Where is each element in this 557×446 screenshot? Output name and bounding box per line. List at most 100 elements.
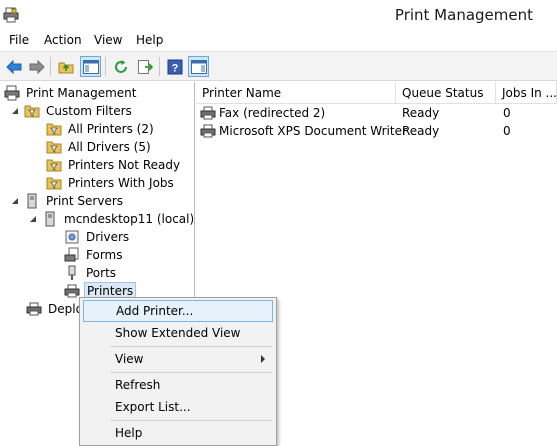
- expand-arrow-icon[interactable]: [48, 232, 58, 242]
- column-header-queue-status[interactable]: Queue Status: [396, 82, 496, 104]
- filter-folder-icon: [46, 177, 62, 190]
- tree-item-server[interactable]: mcndesktop11 (local): [30, 210, 196, 228]
- expand-arrow-icon[interactable]: [30, 160, 40, 170]
- title-bar: Print Management: [0, 0, 557, 30]
- tree-label: Printers Not Ready: [68, 158, 181, 172]
- tree-label: Print Management: [26, 86, 137, 100]
- tree-item-custom-filters[interactable]: Custom Filters: [12, 102, 134, 120]
- server-icon: [45, 211, 55, 227]
- collapse-arrow-icon[interactable]: [12, 108, 18, 114]
- add-printer-menu-item[interactable]: Add Printer...: [83, 300, 273, 322]
- drivers-icon: [65, 230, 79, 244]
- show-hide-tree-icon: [82, 59, 99, 74]
- export-list-icon: [137, 59, 153, 74]
- menu-separator: [110, 346, 272, 347]
- filter-folder-icon: [46, 123, 62, 136]
- server-icon: [27, 193, 37, 209]
- refresh-button[interactable]: [110, 56, 131, 77]
- printer-name: Microsoft XPS Document Writer: [219, 124, 407, 138]
- printer-icon: [200, 124, 216, 138]
- help-menu-item[interactable]: Help: [83, 422, 273, 444]
- collapse-arrow-icon[interactable]: [30, 216, 36, 222]
- tree-item-printers-with-jobs[interactable]: Printers With Jobs: [30, 174, 176, 192]
- menu-bar: File Action View Help: [0, 30, 557, 51]
- tree-label: Print Servers: [46, 194, 124, 208]
- table-row[interactable]: Microsoft XPS Document Writer Ready 0: [196, 122, 557, 140]
- help-icon: ?: [167, 59, 182, 74]
- tree-item-ports[interactable]: Ports: [48, 264, 118, 282]
- queue-status: Ready: [402, 124, 440, 138]
- filter-folder-icon: [46, 159, 62, 172]
- tree-item-all-drivers[interactable]: All Drivers (5): [30, 138, 153, 156]
- tree-item-print-servers[interactable]: Print Servers: [12, 192, 125, 210]
- tree-label: Ports: [86, 266, 117, 280]
- tree-item-drivers[interactable]: Drivers: [48, 228, 131, 246]
- expand-arrow-icon[interactable]: [30, 124, 40, 134]
- back-button[interactable]: [3, 56, 24, 77]
- menu-file[interactable]: File: [9, 33, 29, 47]
- view-menu-label: View: [115, 352, 144, 366]
- toolbar-separator: [159, 57, 160, 76]
- show-action-pane-icon: [190, 59, 207, 74]
- export-list-menu-item[interactable]: Export List...: [83, 396, 273, 418]
- menu-action[interactable]: Action: [44, 33, 82, 47]
- tree-label: Printers With Jobs: [68, 176, 174, 190]
- forward-arrow-icon: [29, 59, 45, 74]
- printer-icon: [26, 302, 42, 316]
- refresh-icon: [114, 59, 127, 73]
- table-row[interactable]: Fax (redirected 2) Ready 0: [196, 104, 557, 122]
- view-menu-item[interactable]: View: [83, 348, 273, 370]
- printer-app-icon: [3, 7, 19, 23]
- expand-arrow-icon[interactable]: [30, 142, 40, 152]
- column-header-printer-name[interactable]: Printer Name: [196, 82, 396, 104]
- up-folder-icon: [58, 62, 73, 73]
- show-extended-view-menu-item[interactable]: Show Extended View: [83, 322, 273, 344]
- forward-button[interactable]: [26, 56, 47, 77]
- printer-app-icon: [4, 85, 20, 101]
- help-button[interactable]: ?: [164, 56, 185, 77]
- collapse-arrow-icon[interactable]: [12, 198, 18, 204]
- tree-label: All Drivers (5): [68, 140, 151, 154]
- back-arrow-icon: [5, 59, 21, 74]
- tree-item-root[interactable]: Print Management: [4, 84, 138, 102]
- menu-view[interactable]: View: [94, 33, 122, 47]
- printer-name: Fax (redirected 2): [219, 106, 326, 120]
- context-menu: Add Printer... Show Extended View View R…: [79, 297, 277, 446]
- tree-item-all-printers[interactable]: All Printers (2): [30, 120, 156, 138]
- up-folder-button[interactable]: [55, 56, 76, 77]
- expand-arrow-icon[interactable]: [10, 304, 20, 314]
- column-header-jobs-in-queue[interactable]: Jobs In ...: [496, 82, 557, 104]
- tree-item-forms[interactable]: Forms: [48, 246, 124, 264]
- refresh-menu-item[interactable]: Refresh: [83, 374, 273, 396]
- expand-arrow-icon[interactable]: [48, 268, 58, 278]
- ports-icon: [68, 265, 76, 280]
- queue-status: Ready: [402, 106, 440, 120]
- jobs-count: 0: [503, 106, 511, 120]
- tree-label: All Printers (2): [68, 122, 154, 136]
- toolbar-separator: [105, 57, 106, 76]
- tree-label: Forms: [86, 248, 123, 262]
- tree-item-printers-not-ready[interactable]: Printers Not Ready: [30, 156, 182, 174]
- tree-label: mcndesktop11 (local): [64, 212, 195, 226]
- filter-folder-icon: [46, 141, 62, 154]
- tree-label: Drivers: [86, 230, 130, 244]
- jobs-count: 0: [503, 124, 511, 138]
- expand-arrow-icon[interactable]: [48, 250, 58, 260]
- svg-text:?: ?: [171, 62, 178, 74]
- filter-folder-icon: [24, 105, 40, 118]
- printer-icon: [64, 284, 80, 298]
- export-list-button[interactable]: [134, 56, 155, 77]
- printer-icon: [200, 106, 216, 120]
- show-action-pane-button[interactable]: [188, 56, 209, 77]
- forms-icon: [64, 247, 79, 262]
- tree-label: Custom Filters: [46, 104, 132, 118]
- menu-separator: [110, 372, 272, 373]
- show-hide-tree-button[interactable]: [80, 56, 101, 77]
- toolbar-separator: [50, 57, 51, 76]
- toolbar: ?: [0, 51, 557, 81]
- menu-separator: [110, 420, 272, 421]
- window-title: Print Management: [394, 6, 533, 24]
- expand-arrow-icon[interactable]: [30, 178, 40, 188]
- menu-help[interactable]: Help: [136, 33, 163, 47]
- submenu-arrow-icon: [261, 355, 265, 363]
